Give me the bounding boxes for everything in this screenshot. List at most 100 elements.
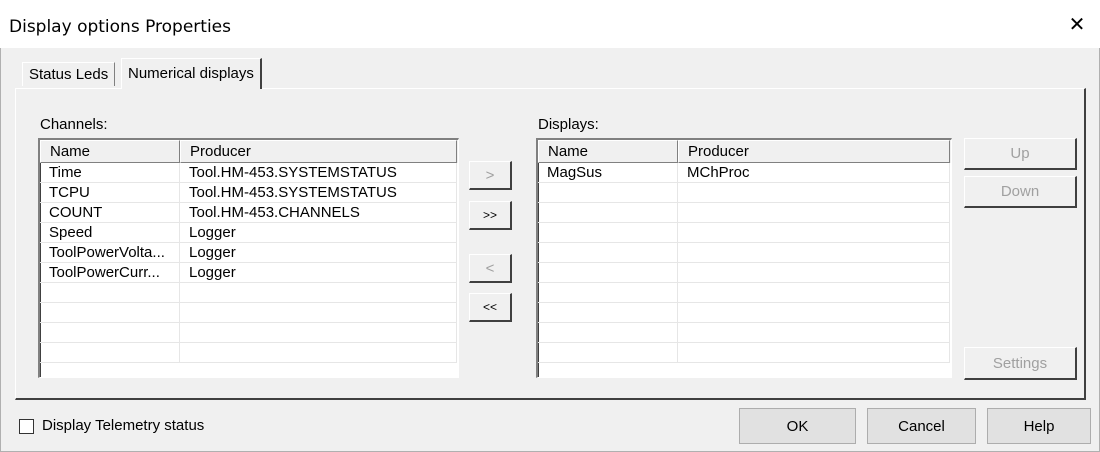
cell-producer: Logger [180, 223, 457, 243]
cell-name [538, 223, 678, 243]
table-row[interactable]: COUNT Tool.HM-453.CHANNELS [40, 203, 458, 223]
cell-name: Speed [40, 223, 180, 243]
table-row[interactable]: ToolPowerVolta... Logger [40, 243, 458, 263]
table-row[interactable] [538, 183, 951, 203]
help-button[interactable]: Help [987, 408, 1091, 444]
cell-name: TCPU [40, 183, 180, 203]
telemetry-checkbox[interactable] [19, 419, 34, 434]
cell-producer [678, 223, 950, 243]
table-row[interactable] [40, 283, 458, 303]
cell-name: ToolPowerCurr... [40, 263, 180, 283]
cell-producer [180, 323, 457, 343]
channels-list[interactable]: Name Producer Time Tool.HM-453.SYSTEMSTAT… [38, 138, 459, 378]
cell-producer [678, 183, 950, 203]
remove-all-button[interactable]: << [469, 293, 512, 322]
table-row[interactable] [538, 283, 951, 303]
cell-producer [678, 323, 950, 343]
cell-producer [678, 243, 950, 263]
title-bar: Display options Properties ✕ [0, 0, 1100, 48]
up-label: Up [1010, 145, 1030, 162]
remove-label: < [485, 259, 495, 277]
cell-name [40, 343, 180, 363]
add-all-label: >> [482, 208, 497, 222]
table-row[interactable]: Speed Logger [40, 223, 458, 243]
cancel-button[interactable]: Cancel [867, 408, 976, 444]
cell-name [538, 243, 678, 263]
table-row[interactable]: Time Tool.HM-453.SYSTEMSTATUS [40, 163, 458, 183]
tab-numerical-displays[interactable]: Numerical displays [121, 58, 262, 89]
cell-producer: Logger [180, 243, 457, 263]
table-row[interactable]: TCPU Tool.HM-453.SYSTEMSTATUS [40, 183, 458, 203]
cell-producer [180, 343, 457, 363]
cell-producer: MChProc [678, 163, 950, 183]
cell-name [538, 183, 678, 203]
displays-label: Displays: [538, 116, 599, 133]
cell-name [538, 323, 678, 343]
settings-label: Settings [992, 354, 1048, 372]
tab-label: Numerical displays [128, 64, 254, 82]
table-row[interactable] [538, 303, 951, 323]
tab-label: Status Leds [29, 66, 109, 83]
cancel-label: Cancel [898, 417, 945, 435]
remove-all-label: << [482, 300, 497, 314]
displays-list[interactable]: Name Producer MagSus MChProc [536, 138, 952, 378]
channels-rows: Time Tool.HM-453.SYSTEMSTATUS TCPU Tool.HM-… [40, 163, 458, 363]
cell-name: MagSus [538, 163, 678, 183]
add-channel-button[interactable]: > [469, 161, 512, 190]
ok-button[interactable]: OK [739, 408, 856, 444]
cell-producer: Logger [180, 263, 457, 283]
table-row[interactable] [538, 243, 951, 263]
column-header-producer[interactable]: Producer [180, 140, 457, 163]
window-title: Display options Properties [9, 17, 231, 37]
cell-producer [678, 343, 950, 363]
telemetry-checkbox-label: Display Telemetry status [42, 417, 205, 434]
ok-label: OK [786, 417, 809, 435]
table-row[interactable] [40, 343, 458, 363]
table-row[interactable] [538, 203, 951, 223]
table-row[interactable] [538, 223, 951, 243]
cell-producer [678, 263, 950, 283]
cell-producer [678, 283, 950, 303]
cell-producer: Tool.HM-453.SYSTEMSTATUS [180, 183, 457, 203]
cell-name [538, 203, 678, 223]
table-row[interactable] [40, 323, 458, 343]
cell-name [40, 303, 180, 323]
table-row[interactable] [538, 343, 951, 363]
displays-rows: MagSus MChProc [538, 163, 951, 363]
add-all-button[interactable]: >> [469, 201, 512, 230]
table-row[interactable]: ToolPowerCurr... Logger [40, 263, 458, 283]
cell-name [538, 283, 678, 303]
cell-name: COUNT [40, 203, 180, 223]
cell-producer [678, 203, 950, 223]
cell-producer: Tool.HM-453.CHANNELS [180, 203, 457, 223]
tab-status-leds[interactable]: Status Leds [22, 62, 116, 86]
cell-name [538, 303, 678, 323]
settings-button[interactable]: Settings [964, 347, 1077, 380]
column-header-name[interactable]: Name [538, 140, 678, 163]
table-row[interactable] [538, 263, 951, 283]
cell-producer [678, 303, 950, 323]
help-label: Help [1023, 417, 1055, 435]
cell-producer [180, 283, 457, 303]
cell-name [538, 343, 678, 363]
up-button[interactable]: Up [964, 138, 1077, 170]
cell-producer: Tool.HM-453.SYSTEMSTATUS [180, 163, 457, 183]
cell-name: Time [40, 163, 180, 183]
table-row[interactable] [40, 303, 458, 323]
column-header-name[interactable]: Name [40, 140, 180, 163]
table-row[interactable]: MagSus MChProc [538, 163, 951, 183]
cell-name [40, 283, 180, 303]
table-row[interactable] [538, 323, 951, 343]
column-header-producer[interactable]: Producer [678, 140, 950, 163]
close-button[interactable]: ✕ [1054, 0, 1100, 48]
cell-producer [180, 303, 457, 323]
channels-label: Channels: [40, 116, 108, 133]
channels-list-header: Name Producer [40, 140, 458, 163]
down-button[interactable]: Down [964, 176, 1077, 208]
down-label: Down [1000, 183, 1040, 200]
remove-channel-button[interactable]: < [469, 254, 512, 283]
cell-name [40, 323, 180, 343]
cell-name: ToolPowerVolta... [40, 243, 180, 263]
close-icon: ✕ [1068, 12, 1086, 36]
add-label: > [485, 166, 495, 184]
